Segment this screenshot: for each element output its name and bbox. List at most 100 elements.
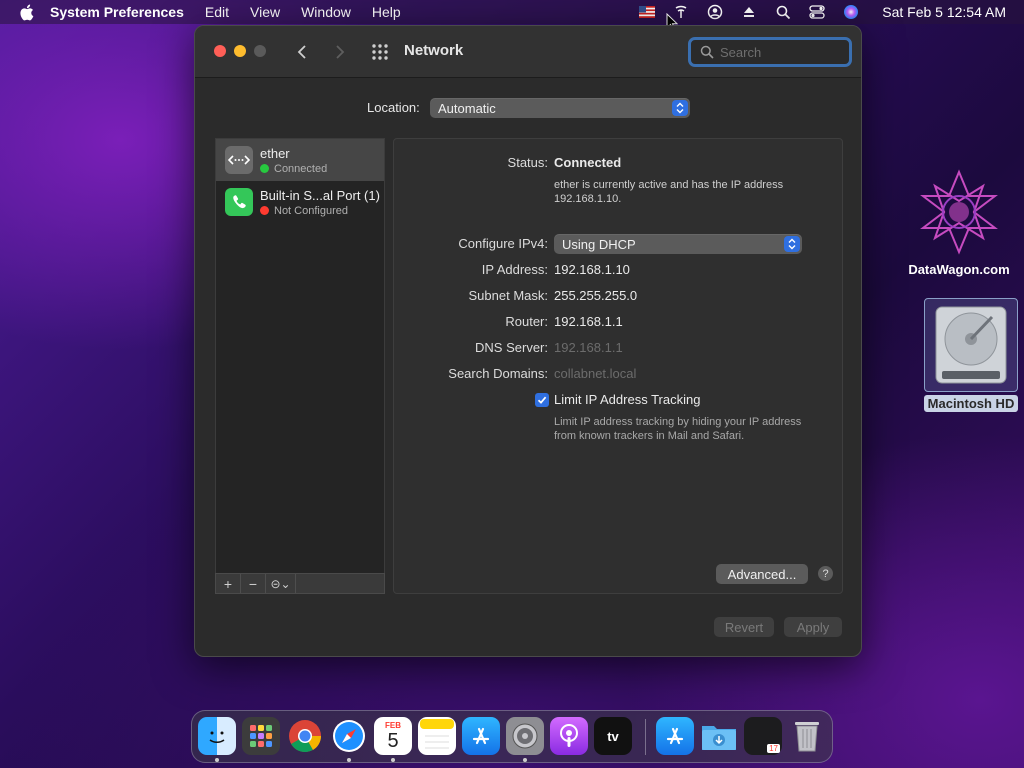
status-dot-green [260,164,269,173]
status-label: Status: [507,155,548,170]
macintosh-hd-label: Macintosh HD [923,395,1019,412]
zoom-button[interactable] [254,45,266,57]
remove-service-button[interactable]: − [241,574,266,593]
app-store-icon[interactable] [462,717,500,755]
flag-icon[interactable] [638,3,656,21]
advanced-button[interactable]: Advanced... [716,564,808,584]
chevron-left-icon [297,45,306,59]
hard-drive-icon [924,298,1018,392]
router-label: Router: [505,314,548,329]
chrome-icon[interactable] [286,717,324,755]
status-description-line2: 192.168.1.10. [554,193,622,205]
status-value: Connected [554,155,622,170]
dock: FEB 5 tv 17 [191,710,833,763]
service-actions-menu-button[interactable]: ⊝⌄ [266,574,296,593]
service-list-toolbar: + − ⊝⌄ [215,573,385,594]
service-item-serial-port[interactable]: Built-in S...al Port (1) Not Configured [216,181,384,223]
eject-icon[interactable] [740,3,758,21]
chevron-right-icon [336,45,345,59]
add-service-button[interactable]: + [216,574,241,593]
running-indicator [391,758,395,762]
menubar: System Preferences Edit View Window Help… [0,0,1024,24]
desktop-icon-macintosh-hd[interactable]: Macintosh HD [922,298,1020,412]
menu-edit[interactable]: Edit [205,4,229,20]
menu-app-name[interactable]: System Preferences [50,4,184,20]
menu-view[interactable]: View [250,4,280,20]
menubar-clock[interactable]: Sat Feb 5 12:54 AM [882,4,1006,20]
search-domains-label: Search Domains: [448,366,548,381]
menu-window[interactable]: Window [301,4,351,20]
apple-menu-icon[interactable] [16,2,36,22]
podcasts-icon[interactable] [550,717,588,755]
search-field[interactable] [688,37,852,67]
back-button[interactable] [292,41,312,63]
location-select[interactable]: Automatic [430,98,690,118]
search-input[interactable] [720,44,840,60]
calendar-icon[interactable]: FEB 5 [374,717,412,755]
network-preferences-window: Network Location: Automatic ether Connec… [194,25,862,657]
notes-icon[interactable] [418,717,456,755]
menu-help[interactable]: Help [372,4,401,20]
downloads-folder-icon[interactable] [700,717,738,755]
apple-tv-icon[interactable]: tv [594,717,632,755]
phone-icon [225,188,253,216]
service-name: Built-in S...al Port (1) [260,187,380,203]
desktop-icon-datawagon[interactable]: DataWagon.com [900,166,1018,277]
subnet-mask-value: 255.255.255.0 [554,288,638,303]
location-label: Location: [367,100,420,115]
dock-separator [645,719,646,755]
ip-address-label: IP Address: [481,262,548,277]
search-icon[interactable] [774,3,792,21]
updown-arrows-icon [784,236,800,252]
datawagon-label: DataWagon.com [908,262,1010,277]
revert-button[interactable]: Revert [714,617,774,637]
safari-icon[interactable] [330,717,368,755]
service-name: ether [260,145,290,161]
updown-arrows-icon [672,100,688,116]
configure-ipv4-select[interactable]: Using DHCP [554,234,802,254]
user-icon[interactable] [706,3,724,21]
finder-icon[interactable] [198,717,236,755]
dns-server-value: 192.168.1.1 [554,340,623,355]
apply-button[interactable]: Apply [784,617,842,637]
limit-ip-tracking-label[interactable]: Limit IP Address Tracking [554,392,700,407]
running-indicator [215,758,219,762]
datawagon-logo-icon [913,166,1005,258]
limit-ip-tracking-desc-line1: Limit IP address tracking by hiding your… [554,416,802,428]
subnet-mask-label: Subnet Mask: [468,288,549,303]
forward-button[interactable] [330,41,350,63]
service-status: Not Configured [274,204,348,217]
app-store-download-icon[interactable] [656,717,694,755]
help-button[interactable]: ? [818,566,833,581]
show-all-grid-icon[interactable] [370,42,390,62]
apple-tv-label: tv [607,728,619,744]
launchpad-icon[interactable] [242,717,280,755]
control-center-icon[interactable] [808,3,826,21]
service-item-ether[interactable]: ether Connected [216,139,384,181]
location-value: Automatic [438,100,496,116]
configure-ipv4-value: Using DHCP [562,236,636,252]
dns-server-label: DNS Server: [475,340,548,355]
window-titlebar[interactable]: Network [195,26,861,78]
siri-icon[interactable] [842,3,860,21]
calendar-month: FEB [385,720,401,730]
configure-ipv4-label: Configure IPv4: [458,236,548,251]
router-value: 192.168.1.1 [554,314,623,329]
trash-icon[interactable] [788,717,826,755]
service-status: Connected [274,162,328,175]
ip-address-value: 192.168.1.10 [554,262,630,277]
ethernet-icon [225,146,253,174]
window-title: Network [404,42,464,59]
minimize-button[interactable] [234,45,246,57]
status-dot-red [260,206,269,215]
limit-ip-tracking-checkbox[interactable] [535,393,549,407]
service-list: ether Connected Built-in S...al Port (1)… [215,138,385,594]
running-indicator [523,758,527,762]
close-button[interactable] [214,45,226,57]
service-detail-panel: Status: Connected ether is currently act… [393,138,843,594]
running-indicator [347,758,351,762]
search-domains-value: collabnet.local [554,366,637,381]
recent-item-icon[interactable]: 17 [744,717,782,755]
search-icon [700,45,714,59]
system-preferences-icon[interactable] [506,717,544,755]
